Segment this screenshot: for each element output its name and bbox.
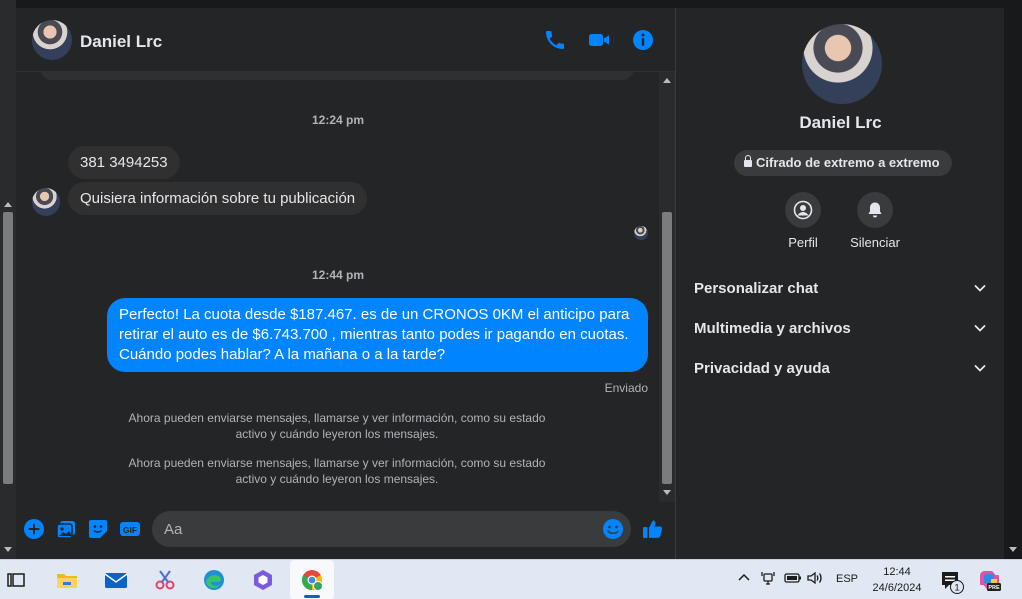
gif-label: GIF	[123, 525, 137, 535]
notifications-icon[interactable]: 1	[940, 569, 966, 595]
bell-icon	[857, 192, 893, 228]
message-sent-status: Enviado	[604, 381, 648, 395]
task-view-icon[interactable]	[4, 568, 28, 592]
message-input[interactable]	[152, 511, 631, 547]
language-indicator[interactable]: ESP	[836, 573, 858, 585]
info-icon[interactable]	[631, 28, 655, 52]
chrome-taskbar-button[interactable]	[290, 560, 334, 599]
notification-count: 1	[954, 583, 959, 594]
video-camera-icon[interactable]	[587, 28, 611, 52]
encryption-badge[interactable]: Cifrado de extremo a extremo	[734, 150, 952, 176]
profile-icon	[785, 192, 821, 228]
section-privacy-help[interactable]: Privacidad y ayuda	[684, 350, 997, 386]
page-scroll-down-arrow[interactable]	[4, 547, 12, 552]
contact-name[interactable]: Daniel Lrc	[80, 32, 162, 52]
incoming-message-bubble[interactable]: Quisiera información sobre tu publicació…	[68, 182, 368, 215]
profile-label: Perfil	[788, 235, 818, 250]
sticker-icon[interactable]	[87, 518, 109, 540]
window-top-edge	[675, 0, 1022, 8]
scroll-up-arrow[interactable]	[663, 78, 671, 83]
chevron-down-icon	[974, 365, 986, 372]
window-scroll-down-arrow[interactable]	[1009, 547, 1017, 552]
page-scroll-thumb[interactable]	[3, 212, 13, 484]
lock-icon	[744, 155, 752, 167]
incoming-message-bubble[interactable]: 381 3494253	[68, 146, 180, 179]
section-label: Multimedia y archivos	[694, 319, 851, 337]
section-customize-chat[interactable]: Personalizar chat	[684, 270, 997, 306]
section-label: Privacidad y ayuda	[694, 359, 830, 377]
plus-icon[interactable]	[23, 518, 45, 540]
device-icon[interactable]	[760, 570, 776, 586]
copilot-preview-icon[interactable]: PRE	[978, 568, 1002, 592]
speaker-icon[interactable]	[806, 570, 824, 586]
section-media-files[interactable]: Multimedia y archivos	[684, 310, 997, 346]
profile-avatar-large[interactable]	[802, 24, 882, 104]
sender-avatar[interactable]	[32, 188, 60, 216]
window-scrollbar[interactable]	[1004, 8, 1022, 559]
snipping-tool-icon[interactable]	[153, 568, 177, 592]
scroll-down-arrow[interactable]	[663, 490, 671, 495]
chat-header: Daniel Lrc	[16, 8, 675, 72]
message-timestamp: 12:24 pm	[311, 113, 365, 127]
chrome-icon	[300, 568, 324, 592]
chat-panel: Daniel Lrc 12:24 pm 381 3494253 Quisiera…	[16, 8, 675, 559]
windows-taskbar: ESP 12:44 24/6/2024 1 PRE	[0, 559, 1022, 599]
clock-date: 24/6/2024	[872, 582, 922, 594]
emoji-icon[interactable]	[602, 518, 624, 540]
read-receipt-avatar	[634, 226, 648, 240]
outgoing-message-bubble[interactable]: Perfecto! La cuota desde $187.467. es de…	[107, 298, 648, 372]
battery-icon[interactable]	[784, 570, 802, 586]
system-notice: Ahora pueden enviarse mensajes, llamarse…	[128, 456, 546, 486]
clock-time: 12:44	[883, 566, 911, 578]
encryption-badge-label: Cifrado de extremo a extremo	[756, 155, 940, 170]
message-list[interactable]: 12:24 pm 381 3494253 Quisiera informació…	[16, 72, 675, 502]
gallery-icon[interactable]	[55, 518, 77, 540]
file-explorer-icon[interactable]	[55, 568, 79, 592]
conversation-info-panel: Daniel Lrc Cifrado de extremo a extremo …	[675, 8, 1004, 559]
chevron-up-icon[interactable]	[736, 570, 752, 586]
page-scroll-up-arrow[interactable]	[4, 202, 12, 207]
profile-button[interactable]: Perfil	[763, 192, 843, 250]
preview-badge: PRE	[988, 585, 1000, 591]
profile-name: Daniel Lrc	[799, 113, 882, 132]
message-composer: GIF	[16, 508, 675, 552]
gif-icon[interactable]: GIF	[119, 518, 141, 540]
page-scrollbar[interactable]	[0, 0, 16, 559]
edge-icon[interactable]	[202, 568, 226, 592]
chevron-down-icon	[974, 325, 986, 332]
system-notice: Ahora pueden enviarse mensajes, llamarse…	[128, 411, 546, 441]
mute-label: Silenciar	[850, 235, 900, 250]
section-label: Personalizar chat	[694, 279, 819, 297]
screen: Daniel Lrc 12:24 pm 381 3494253 Quisiera…	[0, 0, 1022, 599]
phone-icon[interactable]	[543, 28, 567, 52]
system-clock[interactable]: 12:44 24/6/2024	[862, 564, 932, 596]
scroll-thumb[interactable]	[662, 212, 672, 484]
mute-button[interactable]: Silenciar	[835, 192, 915, 250]
mail-icon[interactable]	[104, 568, 128, 592]
message-timestamp: 12:44 pm	[311, 268, 365, 282]
chevron-down-icon	[974, 285, 986, 292]
previous-message-bubble	[40, 72, 634, 80]
message-list-scrollbar[interactable]	[659, 72, 675, 502]
thumbs-up-icon[interactable]	[642, 518, 664, 540]
copilot-icon[interactable]	[251, 568, 275, 592]
active-app-indicator	[304, 595, 320, 598]
contact-avatar[interactable]	[32, 20, 72, 60]
